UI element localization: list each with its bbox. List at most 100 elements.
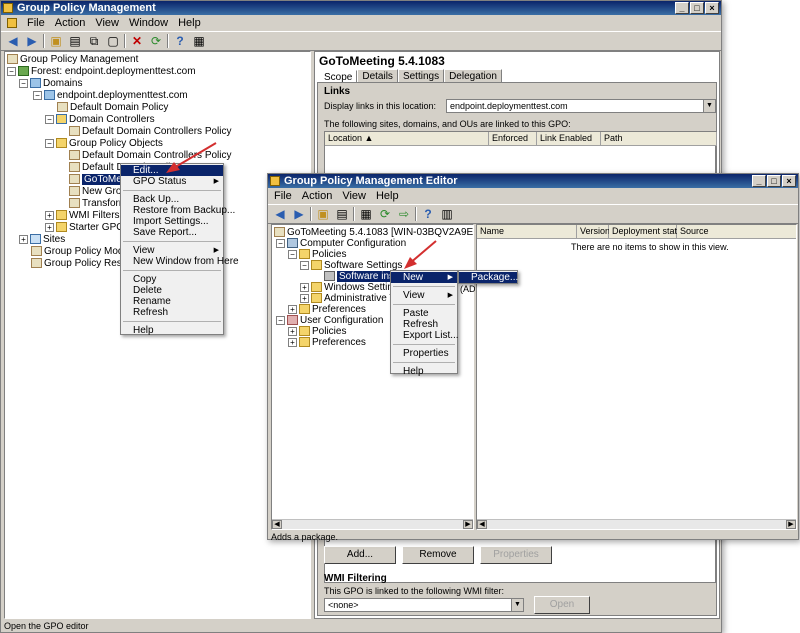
scroll-right-icon[interactable]: ▶ — [786, 520, 796, 529]
remove-button[interactable]: Remove — [402, 546, 474, 564]
tree-item-root[interactable]: Group Policy Management — [7, 53, 138, 65]
system-menu-icon[interactable] — [7, 18, 17, 28]
up-folder-icon[interactable]: ▣ — [48, 33, 64, 49]
col-name[interactable]: Name — [477, 225, 577, 239]
menu-item-save-report[interactable]: Save Report... — [121, 227, 223, 238]
menu-item-view[interactable]: View ▶ — [121, 245, 223, 256]
expand-icon[interactable]: + — [19, 234, 28, 244]
refresh-icon[interactable]: ⟳ — [377, 206, 393, 222]
expand-icon[interactable]: + — [300, 293, 309, 303]
tree-item-gpo-folder[interactable]: − Group Policy Objects — [45, 137, 163, 149]
minimize-button[interactable]: _ — [752, 175, 766, 187]
list-hscrollbar[interactable]: ◀ ▶ — [477, 519, 796, 529]
menu-item-copy[interactable]: Copy — [121, 274, 223, 285]
tree-item-domain-controllers[interactable]: − Domain Controllers — [45, 113, 155, 125]
collapse-icon[interactable]: − — [33, 90, 42, 100]
properties-button[interactable]: Properties — [480, 546, 552, 564]
menu-help[interactable]: Help — [376, 190, 399, 202]
menu-item-paste[interactable]: Paste — [391, 308, 457, 319]
menu-item-import[interactable]: Import Settings... — [121, 216, 223, 227]
help-icon[interactable]: ? — [172, 33, 188, 49]
scroll-left-icon[interactable]: ◀ — [477, 520, 487, 529]
expand-icon[interactable]: + — [288, 326, 297, 336]
export-icon[interactable]: ⇨ — [396, 206, 412, 222]
menu-item-export[interactable]: Export List... — [391, 330, 459, 341]
expand-icon[interactable]: + — [288, 337, 297, 347]
tree-hscrollbar[interactable]: ◀ ▶ — [272, 519, 473, 529]
col-path[interactable]: Path — [601, 132, 717, 146]
col-deployment-state[interactable]: Deployment state — [609, 225, 682, 239]
menu-action[interactable]: Action — [55, 17, 86, 29]
menu-view[interactable]: View — [342, 190, 366, 202]
chevron-down-icon[interactable]: ▼ — [703, 100, 715, 112]
collapse-icon[interactable]: − — [7, 66, 16, 76]
col-location[interactable]: Location ▲ — [325, 132, 489, 146]
gpm-titlebar[interactable]: Group Policy Management _ □ × — [1, 1, 721, 15]
tree-item-default-domain-policy[interactable]: Default Domain Policy — [57, 101, 168, 113]
col-version[interactable]: Version — [577, 225, 610, 239]
menu-item-new-window[interactable]: New Window from Here — [121, 256, 239, 267]
tab-details[interactable]: Details — [357, 69, 398, 83]
forward-arrow-icon[interactable]: ▶ — [24, 33, 40, 49]
expand-icon[interactable]: + — [45, 222, 54, 232]
collapse-icon[interactable]: − — [276, 238, 285, 248]
menu-item-new[interactable]: New ▶ — [391, 272, 457, 283]
open-button[interactable]: Open — [534, 596, 590, 614]
menu-item-help[interactable]: Help — [391, 366, 457, 377]
tree-item-forest[interactable]: − Forest: endpoint.deploymenttest.com — [7, 65, 196, 77]
col-source[interactable]: Source — [677, 225, 796, 239]
collapse-icon[interactable]: − — [276, 315, 285, 325]
expand-icon[interactable]: + — [288, 304, 297, 314]
close-button[interactable]: × — [705, 2, 719, 14]
tab-settings[interactable]: Settings — [397, 69, 445, 83]
show-hide-tree-icon[interactable]: ▤ — [67, 33, 83, 49]
menu-item-restore[interactable]: Restore from Backup... — [121, 205, 235, 216]
copy-icon[interactable]: ⧉ — [86, 33, 102, 49]
tree-item-starter-gpos[interactable]: + Starter GPOs — [45, 221, 129, 233]
forward-arrow-icon[interactable]: ▶ — [291, 206, 307, 222]
menu-window[interactable]: Window — [129, 17, 168, 29]
menu-item-delete[interactable]: Delete — [121, 285, 223, 296]
back-arrow-icon[interactable]: ◀ — [272, 206, 288, 222]
delete-icon[interactable]: ✕ — [129, 33, 145, 49]
menu-help[interactable]: Help — [178, 17, 201, 29]
help-icon[interactable]: ? — [420, 206, 436, 222]
menu-item-view[interactable]: View ▶ — [391, 290, 457, 301]
maximize-button[interactable]: □ — [767, 175, 781, 187]
collapse-icon[interactable]: − — [288, 249, 297, 259]
chevron-down-icon[interactable]: ▼ — [511, 599, 523, 611]
back-arrow-icon[interactable]: ◀ — [5, 33, 21, 49]
tree-item-sites[interactable]: + Sites — [19, 233, 65, 245]
menu-item-rename[interactable]: Rename — [121, 296, 223, 307]
collapse-icon[interactable]: − — [45, 114, 54, 124]
tab-delegation[interactable]: Delegation — [444, 69, 502, 83]
scroll-left-icon[interactable]: ◀ — [272, 520, 282, 529]
menu-item-backup[interactable]: Back Up... — [121, 194, 223, 205]
menu-view[interactable]: View — [95, 17, 119, 29]
gpme-titlebar[interactable]: Group Policy Management Editor _ □ × — [268, 174, 798, 188]
menu-action[interactable]: Action — [302, 190, 333, 202]
show-hide-tree-icon[interactable]: ▤ — [334, 206, 350, 222]
properties-icon[interactable]: ▦ — [358, 206, 374, 222]
refresh-icon[interactable]: ⟳ — [148, 33, 164, 49]
menu-item-help[interactable]: Help — [121, 325, 223, 336]
menu-item-package[interactable]: Package... — [459, 272, 518, 283]
expand-icon[interactable]: + — [300, 282, 309, 292]
add-button[interactable]: Add... — [324, 546, 396, 564]
menu-file[interactable]: File — [274, 190, 292, 202]
collapse-icon[interactable]: − — [300, 260, 309, 270]
tree-item-user-preferences[interactable]: + Preferences — [288, 336, 366, 348]
show-action-pane-icon[interactable]: ▥ — [439, 206, 455, 222]
paste-icon[interactable]: ▢ — [105, 33, 121, 49]
menu-item-properties[interactable]: Properties — [391, 348, 457, 359]
menu-item-refresh[interactable]: Refresh — [121, 307, 223, 318]
properties-icon[interactable]: ▦ — [191, 33, 207, 49]
minimize-button[interactable]: _ — [675, 2, 689, 14]
col-link-enabled[interactable]: Link Enabled — [537, 132, 601, 146]
display-links-combo[interactable]: endpoint.deploymenttest.com ▼ — [446, 99, 716, 113]
col-enforced[interactable]: Enforced — [489, 132, 537, 146]
menu-item-refresh[interactable]: Refresh — [391, 319, 457, 330]
close-button[interactable]: × — [782, 175, 796, 187]
tree-item-dc-policy[interactable]: Default Domain Controllers Policy — [69, 125, 232, 137]
maximize-button[interactable]: □ — [690, 2, 704, 14]
